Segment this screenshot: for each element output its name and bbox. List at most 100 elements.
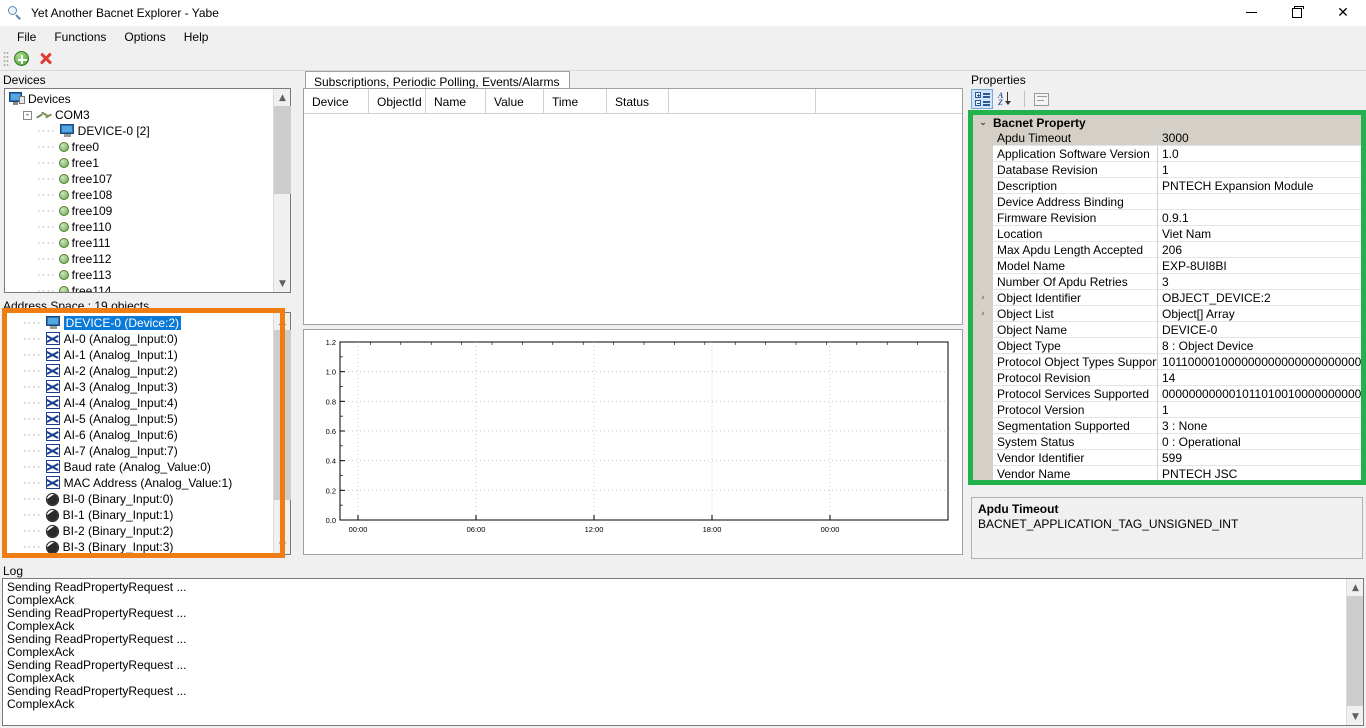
scroll-down-icon[interactable]: ▼ xyxy=(274,537,291,554)
property-value[interactable]: 599 xyxy=(1158,450,1363,466)
property-value[interactable]: OBJECT_DEVICE:2 xyxy=(1158,290,1363,306)
property-value[interactable]: 0000000000010110100100000000000000 xyxy=(1158,386,1363,402)
alphabetical-sort-button[interactable]: AZ xyxy=(995,89,1017,109)
minimize-button[interactable] xyxy=(1228,0,1274,26)
maximize-button[interactable] xyxy=(1274,0,1320,26)
property-row[interactable]: LocationViet Nam xyxy=(973,226,1363,242)
property-value[interactable]: DEVICE-0 xyxy=(1158,322,1363,338)
property-value[interactable] xyxy=(1158,194,1363,210)
property-value[interactable]: 14 xyxy=(1158,370,1363,386)
device-tree-item[interactable]: ····free114 xyxy=(5,283,273,292)
property-value[interactable]: PNTECH JSC xyxy=(1158,466,1363,480)
address-space-item[interactable]: ····AI-1 (Analog_Input:1) xyxy=(5,347,273,363)
grid-column-header[interactable]: Name xyxy=(426,89,486,114)
address-space-item[interactable]: ····Baud rate (Analog_Value:0) xyxy=(5,459,273,475)
property-value[interactable]: 0 : Operational xyxy=(1158,434,1363,450)
device-tree-item[interactable]: Devices xyxy=(5,91,273,107)
property-value[interactable]: 1011000010000000000000000000000000 xyxy=(1158,354,1363,370)
address-space-item[interactable]: ····AI-6 (Analog_Input:6) xyxy=(5,427,273,443)
categorized-view-button[interactable] xyxy=(971,89,993,109)
close-button[interactable]: ✕ xyxy=(1320,0,1366,26)
property-value[interactable]: 1 xyxy=(1158,402,1363,418)
property-value[interactable]: 0.9.1 xyxy=(1158,210,1363,226)
property-row[interactable]: Protocol Object Types Supported101100001… xyxy=(973,354,1363,370)
devices-tree-scrollbar[interactable]: ▲ ▼ xyxy=(273,89,290,292)
address-space-item[interactable]: ····AI-2 (Analog_Input:2) xyxy=(5,363,273,379)
property-row[interactable]: ›Object IdentifierOBJECT_DEVICE:2 xyxy=(973,290,1363,306)
property-row[interactable]: Model NameEXP-8UI8BI xyxy=(973,258,1363,274)
address-space-item[interactable]: ····AI-7 (Analog_Input:7) xyxy=(5,443,273,459)
property-row[interactable]: Number Of Apdu Retries3 xyxy=(973,274,1363,290)
scroll-down-icon[interactable]: ▼ xyxy=(274,275,291,292)
address-space-item[interactable]: ····AI-4 (Analog_Input:4) xyxy=(5,395,273,411)
address-space-item[interactable]: ····MAC Address (Analog_Value:1) xyxy=(5,475,273,491)
device-tree-item[interactable]: ····free109 xyxy=(5,203,273,219)
device-tree-item[interactable]: ····free108 xyxy=(5,187,273,203)
device-tree-item[interactable]: ····free0 xyxy=(5,139,273,155)
property-value[interactable]: 3 : None xyxy=(1158,418,1363,434)
property-row[interactable]: ›Object ListObject[] Array xyxy=(973,306,1363,322)
menu-item-options[interactable]: Options xyxy=(115,27,174,47)
property-row[interactable]: Segmentation Supported3 : None xyxy=(973,418,1363,434)
address-space-item[interactable]: ····AI-5 (Analog_Input:5) xyxy=(5,411,273,427)
device-tree-item[interactable]: ····free112 xyxy=(5,251,273,267)
device-tree-item[interactable]: -COM3 xyxy=(5,107,273,123)
scroll-down-icon[interactable]: ▼ xyxy=(1347,708,1364,725)
property-value[interactable]: 3000 xyxy=(1158,130,1363,146)
property-row[interactable]: Object NameDEVICE-0 xyxy=(973,322,1363,338)
property-value[interactable]: Object[] Array xyxy=(1158,306,1363,322)
property-row[interactable]: Apdu Timeout3000 xyxy=(973,130,1363,146)
property-row[interactable]: System Status0 : Operational xyxy=(973,434,1363,450)
property-value[interactable]: EXP-8UI8BI xyxy=(1158,258,1363,274)
grid-column-header[interactable]: Status xyxy=(607,89,669,114)
log-output[interactable]: Sending ReadPropertyRequest ...ComplexAc… xyxy=(2,578,1364,726)
devices-tree[interactable]: Devices-COM3····DEVICE-0 [2]····free0···… xyxy=(4,88,291,293)
property-row[interactable]: DescriptionPNTECH Expansion Module xyxy=(973,178,1363,194)
property-row[interactable]: Protocol Revision14 xyxy=(973,370,1363,386)
property-value[interactable]: 1.0 xyxy=(1158,146,1363,162)
device-tree-item[interactable]: ····free110 xyxy=(5,219,273,235)
property-pages-button[interactable] xyxy=(1030,89,1052,109)
scrollbar-thumb[interactable] xyxy=(1347,596,1364,706)
address-space-item[interactable]: ····AI-0 (Analog_Input:0) xyxy=(5,331,273,347)
menu-item-file[interactable]: File xyxy=(8,27,45,47)
chevron-right-icon[interactable]: › xyxy=(973,306,993,322)
property-row[interactable]: Vendor Identifier599 xyxy=(973,450,1363,466)
address-space-item[interactable]: ····BI-0 (Binary_Input:0) xyxy=(5,491,273,507)
property-row[interactable]: Firmware Revision0.9.1 xyxy=(973,210,1363,226)
property-value[interactable]: 8 : Object Device xyxy=(1158,338,1363,354)
scroll-up-icon[interactable]: ▲ xyxy=(274,89,291,106)
property-value[interactable]: 1 xyxy=(1158,162,1363,178)
grid-column-header[interactable]: Time xyxy=(544,89,607,114)
grid-column-header[interactable]: Device xyxy=(304,89,369,114)
chevron-right-icon[interactable]: › xyxy=(973,290,993,306)
address-space-item[interactable]: ····AI-3 (Analog_Input:3) xyxy=(5,379,273,395)
address-space-tree[interactable]: ····DEVICE-0 (Device:2)····AI-0 (Analog_… xyxy=(4,312,291,555)
property-row[interactable]: Protocol Version1 xyxy=(973,402,1363,418)
subscriptions-grid[interactable]: DeviceObjectIdNameValueTimeStatus xyxy=(303,88,963,325)
properties-category-header[interactable]: ⌄ Bacnet Property xyxy=(973,115,1363,130)
remove-device-button[interactable] xyxy=(33,48,57,70)
property-value[interactable]: PNTECH Expansion Module xyxy=(1158,178,1363,194)
address-space-item[interactable]: ····BI-2 (Binary_Input:2) xyxy=(5,523,273,539)
menu-item-functions[interactable]: Functions xyxy=(45,27,115,47)
property-value[interactable]: 206 xyxy=(1158,242,1363,258)
property-row[interactable]: Database Revision1 xyxy=(973,162,1363,178)
grid-column-header[interactable]: ObjectId xyxy=(369,89,426,114)
address-space-item[interactable]: ····BI-1 (Binary_Input:1) xyxy=(5,507,273,523)
address-space-item[interactable]: ····DEVICE-0 (Device:2) xyxy=(5,315,273,331)
log-scrollbar[interactable]: ▲ ▼ xyxy=(1346,579,1363,725)
tree-expander-icon[interactable]: - xyxy=(23,111,32,120)
property-value[interactable]: 3 xyxy=(1158,274,1363,290)
chevron-down-icon[interactable]: ⌄ xyxy=(973,118,993,128)
address-space-item[interactable]: ····BI-3 (Binary_Input:3) xyxy=(5,539,273,554)
property-row[interactable]: Max Apdu Length Accepted206 xyxy=(973,242,1363,258)
menu-item-help[interactable]: Help xyxy=(175,27,218,47)
property-row[interactable]: Device Address Binding xyxy=(973,194,1363,210)
properties-grid[interactable]: ⌄ Bacnet Property Apdu Timeout3000Applic… xyxy=(973,115,1363,480)
property-row[interactable]: Application Software Version1.0 xyxy=(973,146,1363,162)
property-row[interactable]: Protocol Services Supported0000000000010… xyxy=(973,386,1363,402)
grid-column-header[interactable]: Value xyxy=(486,89,544,114)
device-tree-item[interactable]: ····free1 xyxy=(5,155,273,171)
scrollbar-thumb[interactable] xyxy=(274,330,291,500)
